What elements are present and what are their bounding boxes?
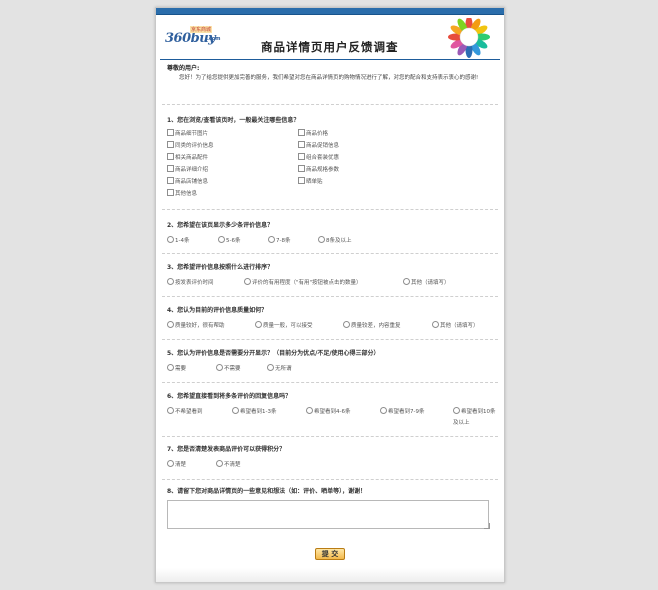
divider [162, 382, 498, 383]
q4-option[interactable]: 其他（请填写） [432, 321, 479, 329]
question-2-title: 2、您希望在该页显示多少条评价信息？ [167, 222, 274, 229]
logo-domain: .com [207, 36, 221, 42]
question-4-title: 4、您认为目前的评价信息质量如何？ [167, 307, 268, 314]
checkbox[interactable] [167, 189, 174, 196]
checkbox[interactable] [298, 129, 305, 136]
radio[interactable] [167, 407, 174, 414]
q1-option[interactable]: 组合套装优惠 [298, 153, 339, 161]
radio[interactable] [380, 407, 387, 414]
question-8-title: 8、请留下您对商品详情页的一些意见和想法（如：评价、晒单等），谢谢！ [167, 488, 367, 495]
divider [162, 253, 498, 254]
q7-option[interactable]: 清楚 [167, 460, 186, 468]
q6-option[interactable]: 希望看到10条及以上 [453, 407, 497, 429]
q1-option[interactable]: 商品促销信息 [298, 141, 339, 149]
q3-option[interactable]: 其他（请填写） [403, 278, 450, 286]
checkbox[interactable] [167, 141, 174, 148]
q3-option[interactable]: 评价的有用程度（"有用"按钮被点击的数量） [244, 278, 362, 286]
q4-option[interactable]: 质量较好，很有帮助 [167, 321, 225, 329]
checkbox[interactable] [167, 177, 174, 184]
intro-text: 您好！为了给您提供更加完善的服务，我们希望对您在商品详情页的购物情况进行了解，对… [179, 75, 479, 81]
radio[interactable] [167, 321, 174, 328]
divider [162, 296, 498, 297]
radio[interactable] [167, 364, 174, 371]
survey-header: 360buy 京东商城 .com 商品详情页用户反馈调查 [156, 15, 504, 60]
radio[interactable] [216, 364, 223, 371]
bottom-shade [156, 568, 504, 582]
q1-option[interactable]: 商品细节图片 [167, 129, 208, 137]
q2-option[interactable]: 1-4条 [167, 236, 189, 244]
question-5-title: 5、您认为评价信息是否需要分开显示？（目前分为优点/不足/使用心得三部分） [167, 350, 380, 357]
radio[interactable] [216, 460, 223, 467]
q6-option[interactable]: 希望看到1-3条 [232, 407, 276, 415]
q1-option[interactable]: 晒单贴 [298, 177, 323, 185]
radio[interactable] [167, 460, 174, 467]
radio[interactable] [267, 364, 274, 371]
radio[interactable] [432, 321, 439, 328]
divider [162, 339, 498, 340]
radio[interactable] [306, 407, 313, 414]
q5-option[interactable]: 无所谓 [267, 364, 292, 372]
q1-option[interactable]: 相关商品配件 [167, 153, 208, 161]
submit-button[interactable]: 提 交 [315, 548, 345, 560]
page-title: 商品详情页用户反馈调查 [261, 40, 399, 54]
question-1-title: 1、您在浏览/查看该页时，一般最关注哪些信息？ [167, 117, 300, 124]
checkbox[interactable] [167, 165, 174, 172]
q2-option[interactable]: 7-8条 [268, 236, 290, 244]
divider [162, 209, 498, 210]
radio[interactable] [255, 321, 262, 328]
q1-option[interactable]: 商品店铺信息 [167, 177, 208, 185]
radio[interactable] [403, 278, 410, 285]
radio[interactable] [343, 321, 350, 328]
radio[interactable] [244, 278, 251, 285]
q7-option[interactable]: 不清楚 [216, 460, 241, 468]
radio[interactable] [232, 407, 239, 414]
checkbox[interactable] [298, 165, 305, 172]
header-divider [160, 59, 500, 60]
checkbox[interactable] [298, 153, 305, 160]
radio[interactable] [268, 236, 275, 243]
divider [162, 479, 498, 480]
checkbox[interactable] [167, 129, 174, 136]
q1-option[interactable]: 其他信息 [167, 189, 197, 197]
q4-option[interactable]: 质量一般，可以接受 [255, 321, 313, 329]
greeting: 尊敬的用户: [167, 65, 200, 72]
top-bar [156, 8, 504, 15]
decorative-flower-icon [448, 18, 490, 58]
radio[interactable] [318, 236, 325, 243]
logo-tag: 京东商城 [190, 26, 213, 33]
q5-option[interactable]: 不需要 [216, 364, 241, 372]
q6-option[interactable]: 希望看到7-9条 [380, 407, 424, 415]
checkbox[interactable] [298, 177, 305, 184]
q4-option[interactable]: 质量较差，内容重复 [343, 321, 401, 329]
checkbox[interactable] [167, 153, 174, 160]
resize-grip-icon[interactable] [484, 523, 490, 529]
question-7-title: 7、您是否清楚发表商品评价可以获得积分？ [167, 446, 286, 453]
checkbox[interactable] [298, 141, 305, 148]
q1-option[interactable]: 商品详细介绍 [167, 165, 208, 173]
q3-option[interactable]: 按发表评价时间 [167, 278, 214, 286]
q1-option[interactable]: 同类的评价信息 [167, 141, 214, 149]
jd-logo[interactable]: 360buy 京东商城 .com [165, 26, 225, 48]
comment-textarea[interactable] [167, 500, 489, 529]
q1-option[interactable]: 商品规格参数 [298, 165, 339, 173]
divider [162, 436, 498, 437]
question-3-title: 3、您希望评价信息按照什么进行排序？ [167, 264, 274, 271]
survey-card: 360buy 京东商城 .com 商品详情页用户反馈调查 尊敬的用户: 您好！为… [155, 7, 505, 583]
q6-option[interactable]: 希望看到4-6条 [306, 407, 350, 415]
q6-option[interactable]: 不希望看到 [167, 407, 203, 415]
question-6-title: 6、您希望直接看到将多条评价的回复信息吗？ [167, 393, 292, 400]
q2-option[interactable]: 8条及以上 [318, 236, 352, 244]
divider [162, 104, 498, 105]
q1-option[interactable]: 商品价格 [298, 129, 328, 137]
radio[interactable] [167, 236, 174, 243]
q5-option[interactable]: 需要 [167, 364, 186, 372]
radio[interactable] [453, 407, 460, 414]
radio[interactable] [167, 278, 174, 285]
radio[interactable] [218, 236, 225, 243]
q2-option[interactable]: 5-6条 [218, 236, 240, 244]
